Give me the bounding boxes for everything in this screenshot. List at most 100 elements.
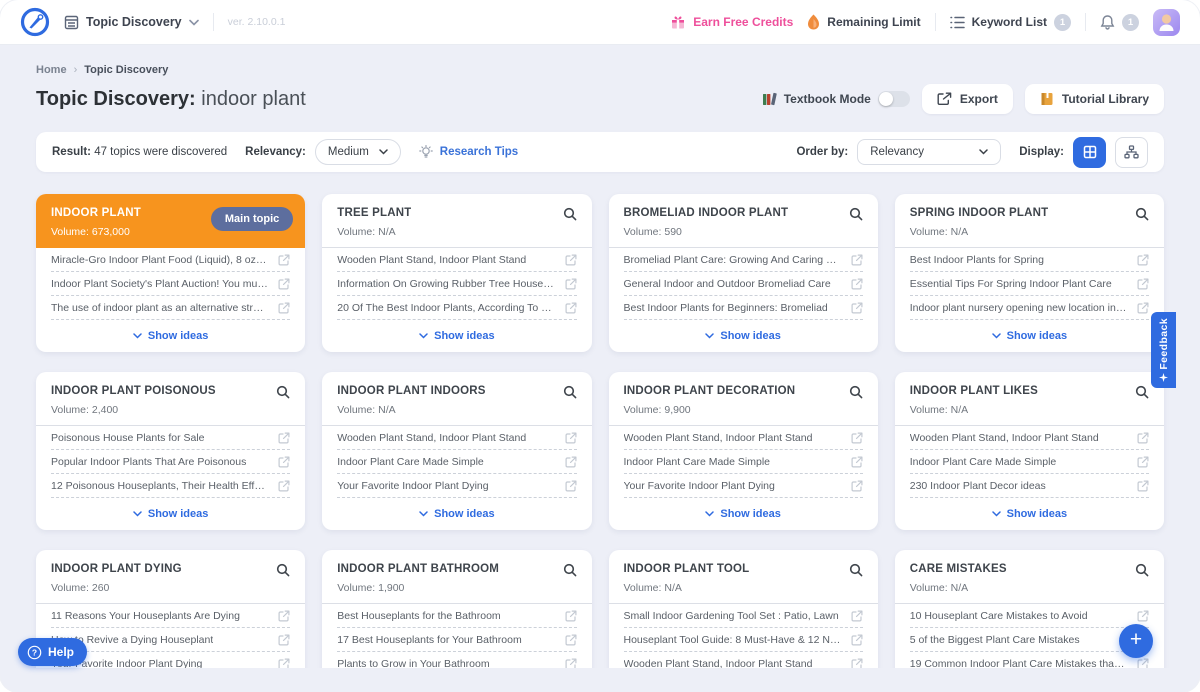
- help-button[interactable]: ? Help: [18, 638, 87, 666]
- idea-link-row[interactable]: 11 Reasons Your Houseplants Are Dying: [51, 604, 290, 628]
- idea-link-row[interactable]: Wooden Plant Stand, Indoor Plant Stand: [910, 426, 1149, 450]
- external-link-icon[interactable]: [565, 658, 577, 669]
- search-icon[interactable]: [1135, 385, 1149, 399]
- external-link-icon[interactable]: [565, 610, 577, 622]
- external-link-icon[interactable]: [1137, 254, 1149, 266]
- external-link-icon[interactable]: [278, 432, 290, 444]
- idea-link-row[interactable]: Indoor Plant Society's Plant Auction! Yo…: [51, 272, 290, 296]
- search-icon[interactable]: [563, 563, 577, 577]
- external-link-icon[interactable]: [851, 634, 863, 646]
- external-link-icon[interactable]: [851, 658, 863, 669]
- order-by-select[interactable]: Relevancy: [857, 139, 1001, 165]
- app-logo-icon[interactable]: [20, 7, 50, 37]
- external-link-icon[interactable]: [278, 302, 290, 314]
- search-icon[interactable]: [276, 385, 290, 399]
- show-ideas-button[interactable]: Show ideas: [36, 320, 305, 352]
- search-icon[interactable]: [849, 385, 863, 399]
- idea-link-row[interactable]: Poisonous House Plants for Sale: [51, 426, 290, 450]
- idea-link-row[interactable]: 20 Of The Best Indoor Plants, According …: [337, 296, 576, 320]
- show-ideas-button[interactable]: Show ideas: [322, 498, 591, 530]
- external-link-icon[interactable]: [851, 278, 863, 290]
- search-icon[interactable]: [276, 563, 290, 577]
- display-grid-button[interactable]: [1073, 137, 1106, 168]
- external-link-icon[interactable]: [851, 610, 863, 622]
- show-ideas-button[interactable]: Show ideas: [895, 320, 1164, 352]
- show-ideas-button[interactable]: Show ideas: [322, 320, 591, 352]
- external-link-icon[interactable]: [851, 302, 863, 314]
- external-link-icon[interactable]: [1137, 658, 1149, 669]
- idea-link-row[interactable]: Best Indoor Plants for Spring: [910, 248, 1149, 272]
- external-link-icon[interactable]: [565, 278, 577, 290]
- show-ideas-button[interactable]: Show ideas: [609, 498, 878, 530]
- relevancy-select[interactable]: Medium: [315, 139, 401, 165]
- breadcrumb-home-link[interactable]: Home: [36, 64, 67, 76]
- external-link-icon[interactable]: [851, 254, 863, 266]
- idea-link-row[interactable]: Indoor plant nursery opening new locatio…: [910, 296, 1149, 320]
- idea-link-row[interactable]: 17 Best Houseplants for Your Bathroom: [337, 628, 576, 652]
- idea-link-row[interactable]: The use of indoor plant as an alternativ…: [51, 296, 290, 320]
- idea-link-row[interactable]: Best Houseplants for the Bathroom: [337, 604, 576, 628]
- notifications-button[interactable]: 1: [1100, 14, 1139, 31]
- idea-link-row[interactable]: Best Indoor Plants for Beginners: Bromel…: [624, 296, 863, 320]
- external-link-icon[interactable]: [565, 480, 577, 492]
- idea-link-row[interactable]: 12 Poisonous Houseplants, Their Health E…: [51, 474, 290, 498]
- external-link-icon[interactable]: [1137, 432, 1149, 444]
- idea-link-row[interactable]: Plants to Grow in Your Bathroom: [337, 652, 576, 668]
- external-link-icon[interactable]: [278, 610, 290, 622]
- external-link-icon[interactable]: [851, 432, 863, 444]
- idea-link-row[interactable]: Essential Tips For Spring Indoor Plant C…: [910, 272, 1149, 296]
- external-link-icon[interactable]: [278, 456, 290, 468]
- idea-link-row[interactable]: 19 Common Indoor Plant Care Mistakes tha…: [910, 652, 1149, 668]
- external-link-icon[interactable]: [1137, 278, 1149, 290]
- external-link-icon[interactable]: [851, 456, 863, 468]
- external-link-icon[interactable]: [1137, 610, 1149, 622]
- external-link-icon[interactable]: [1137, 302, 1149, 314]
- show-ideas-button[interactable]: Show ideas: [895, 498, 1164, 530]
- topic-discovery-menu[interactable]: Topic Discovery: [64, 15, 199, 30]
- show-ideas-button[interactable]: Show ideas: [609, 320, 878, 352]
- external-link-icon[interactable]: [565, 456, 577, 468]
- display-tree-button[interactable]: [1115, 137, 1148, 168]
- idea-link-row[interactable]: Indoor Plant Care Made Simple: [910, 450, 1149, 474]
- keyword-list-link[interactable]: Keyword List 1: [950, 14, 1071, 31]
- idea-link-row[interactable]: Wooden Plant Stand, Indoor Plant Stand: [624, 652, 863, 668]
- external-link-icon[interactable]: [278, 480, 290, 492]
- idea-link-row[interactable]: Popular Indoor Plants That Are Poisonous: [51, 450, 290, 474]
- search-icon[interactable]: [563, 385, 577, 399]
- show-ideas-button[interactable]: Show ideas: [36, 498, 305, 530]
- external-link-icon[interactable]: [565, 254, 577, 266]
- export-button[interactable]: Export: [922, 84, 1013, 114]
- external-link-icon[interactable]: [278, 254, 290, 266]
- add-topic-fab[interactable]: +: [1119, 624, 1153, 658]
- idea-link-row[interactable]: Information On Growing Rubber Tree House…: [337, 272, 576, 296]
- earn-free-credits-link[interactable]: Earn Free Credits: [670, 14, 793, 30]
- idea-link-row[interactable]: General Indoor and Outdoor Bromeliad Car…: [624, 272, 863, 296]
- external-link-icon[interactable]: [278, 634, 290, 646]
- idea-link-row[interactable]: Wooden Plant Stand, Indoor Plant Stand: [337, 426, 576, 450]
- idea-link-row[interactable]: 5 of the Biggest Plant Care Mistakes: [910, 628, 1149, 652]
- idea-link-row[interactable]: Houseplant Tool Guide: 8 Must-Have & 12 …: [624, 628, 863, 652]
- user-avatar[interactable]: [1153, 9, 1180, 36]
- external-link-icon[interactable]: [565, 302, 577, 314]
- idea-link-row[interactable]: Your Favorite Indoor Plant Dying: [337, 474, 576, 498]
- idea-link-row[interactable]: Bromeliad Plant Care: Growing And Caring…: [624, 248, 863, 272]
- tutorial-library-button[interactable]: Tutorial Library: [1025, 84, 1164, 114]
- external-link-icon[interactable]: [851, 480, 863, 492]
- idea-link-row[interactable]: Wooden Plant Stand, Indoor Plant Stand: [337, 248, 576, 272]
- idea-link-row[interactable]: Your Favorite Indoor Plant Dying: [624, 474, 863, 498]
- idea-link-row[interactable]: Small Indoor Gardening Tool Set : Patio,…: [624, 604, 863, 628]
- external-link-icon[interactable]: [565, 634, 577, 646]
- external-link-icon[interactable]: [565, 432, 577, 444]
- idea-link-row[interactable]: 230 Indoor Plant Decor ideas: [910, 474, 1149, 498]
- search-icon[interactable]: [849, 563, 863, 577]
- idea-link-row[interactable]: Your Favorite Indoor Plant Dying: [51, 652, 290, 668]
- external-link-icon[interactable]: [1137, 480, 1149, 492]
- search-icon[interactable]: [849, 207, 863, 221]
- search-icon[interactable]: [1135, 563, 1149, 577]
- textbook-mode-toggle[interactable]: [878, 91, 910, 107]
- idea-link-row[interactable]: Indoor Plant Care Made Simple: [337, 450, 576, 474]
- idea-link-row[interactable]: 10 Houseplant Care Mistakes to Avoid: [910, 604, 1149, 628]
- search-icon[interactable]: [563, 207, 577, 221]
- remaining-limit-link[interactable]: Remaining Limit: [807, 14, 920, 30]
- idea-link-row[interactable]: Wooden Plant Stand, Indoor Plant Stand: [624, 426, 863, 450]
